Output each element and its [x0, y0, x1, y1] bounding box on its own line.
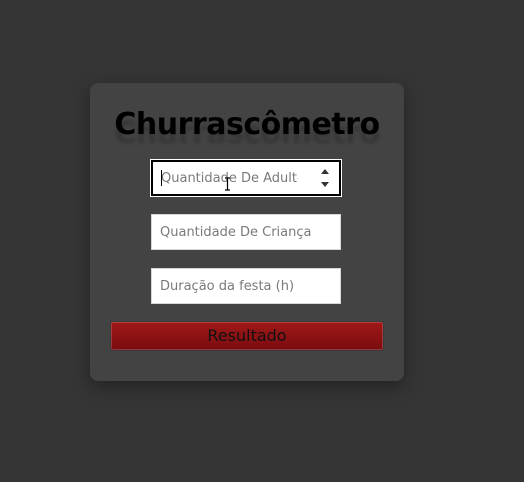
page-title: Churrascômetro — [114, 107, 380, 142]
duration-input[interactable] — [151, 268, 341, 304]
form-card: Churrascômetro Resultado — [90, 83, 404, 381]
number-spinner-icon[interactable] — [319, 169, 331, 187]
adults-input[interactable] — [151, 160, 341, 196]
text-cursor-icon — [225, 177, 230, 191]
children-input[interactable] — [151, 214, 341, 250]
spin-down-icon[interactable] — [321, 182, 329, 187]
text-caret — [161, 170, 162, 186]
spin-up-icon[interactable] — [321, 169, 329, 174]
result-button[interactable]: Resultado — [110, 321, 384, 351]
